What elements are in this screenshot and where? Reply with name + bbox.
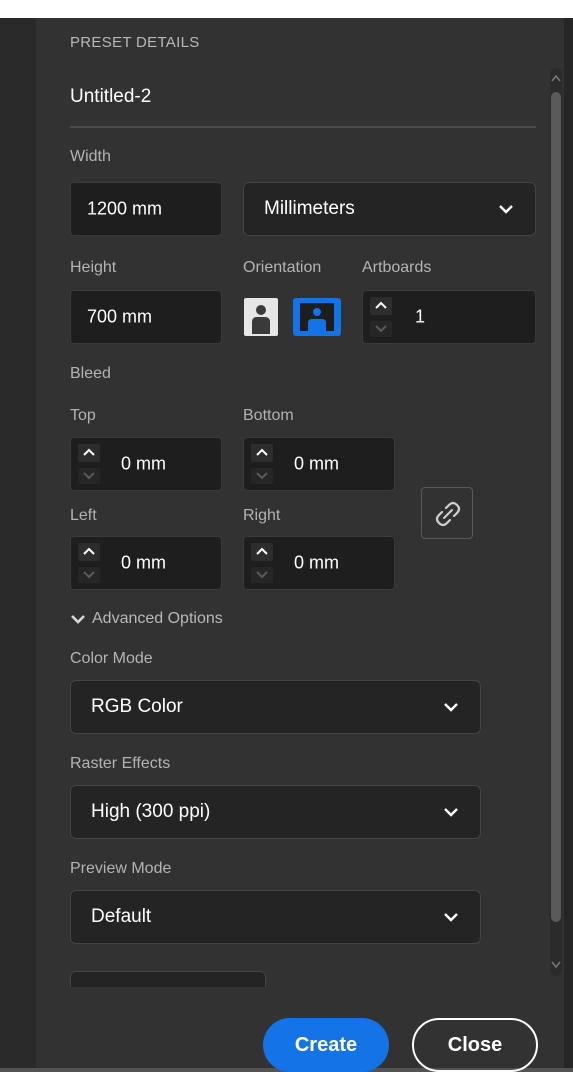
landscape-icon xyxy=(300,303,334,331)
chevron-up-icon xyxy=(83,547,95,555)
portrait-icon xyxy=(252,305,270,334)
artboards-value: 1 xyxy=(415,306,426,327)
increment-button[interactable] xyxy=(251,543,273,561)
chevron-down-icon xyxy=(71,615,85,624)
chevron-up-icon xyxy=(256,547,268,555)
chevron-down-icon xyxy=(444,808,458,817)
bleed-right-stepper[interactable]: 0 mm xyxy=(243,536,395,590)
chevron-down-icon xyxy=(444,703,458,712)
preview-mode-value: Default xyxy=(91,906,152,927)
chevron-down-icon xyxy=(375,325,387,333)
chevron-down-icon xyxy=(499,205,513,214)
decrement-button[interactable] xyxy=(251,567,273,583)
height-input[interactable]: 700 mm xyxy=(70,290,222,344)
width-label: Width xyxy=(70,148,111,165)
bleed-label: Bleed xyxy=(70,365,111,382)
decrement-button[interactable] xyxy=(370,321,392,337)
chevron-down-icon xyxy=(256,472,268,480)
bleed-right-value: 0 mm xyxy=(294,552,339,573)
color-mode-value: RGB Color xyxy=(91,696,183,717)
units-value: Millimeters xyxy=(264,198,355,219)
chevron-up-icon xyxy=(256,448,268,456)
increment-button[interactable] xyxy=(251,444,273,462)
bleed-bottom-label: Bottom xyxy=(243,407,294,424)
color-mode-select[interactable]: RGB Color xyxy=(70,680,481,734)
height-label: Height xyxy=(70,259,117,276)
chevron-up-icon xyxy=(83,448,95,456)
bleed-top-value: 0 mm xyxy=(121,453,166,474)
partially-visible-button[interactable] xyxy=(70,971,266,987)
bleed-left-value: 0 mm xyxy=(121,552,166,573)
advanced-options-toggle[interactable]: Advanced Options xyxy=(70,610,223,628)
advanced-options-label: Advanced Options xyxy=(92,610,223,627)
bleed-right-label: Right xyxy=(243,507,281,524)
chevron-down-icon xyxy=(256,571,268,579)
chevron-up-icon xyxy=(375,301,387,309)
color-mode-label: Color Mode xyxy=(70,650,153,667)
bleed-top-label: Top xyxy=(70,407,96,424)
width-input[interactable]: 1200 mm xyxy=(70,182,222,236)
raster-effects-value: High (300 ppi) xyxy=(91,801,211,822)
decrement-button[interactable] xyxy=(78,567,100,583)
link-icon xyxy=(435,501,461,527)
create-button[interactable]: Create xyxy=(263,1018,389,1072)
decrement-button[interactable] xyxy=(251,468,273,484)
artboards-label: Artboards xyxy=(362,259,432,276)
top-band xyxy=(0,0,573,18)
section-title: PRESET DETAILS xyxy=(70,34,200,51)
bleed-bottom-value: 0 mm xyxy=(294,453,339,474)
increment-button[interactable] xyxy=(370,297,392,315)
decrement-button[interactable] xyxy=(78,468,100,484)
raster-effects-select[interactable]: High (300 ppi) xyxy=(70,785,481,839)
close-button[interactable]: Close xyxy=(412,1018,538,1072)
chevron-down-icon xyxy=(83,571,95,579)
bleed-left-stepper[interactable]: 0 mm xyxy=(70,536,222,590)
bleed-left-label: Left xyxy=(70,507,97,524)
orientation-label: Orientation xyxy=(243,259,322,276)
preview-mode-select[interactable]: Default xyxy=(70,890,481,944)
bleed-bottom-stepper[interactable]: 0 mm xyxy=(243,437,395,491)
chevron-down-icon xyxy=(444,913,458,922)
document-name-input[interactable]: Untitled-2 xyxy=(70,86,151,108)
left-strip xyxy=(0,0,36,1068)
link-bleed-button[interactable] xyxy=(421,487,473,539)
right-edge xyxy=(564,0,573,1068)
height-value: 700 mm xyxy=(87,306,153,327)
scroll-down-icon[interactable] xyxy=(550,956,562,974)
name-underline xyxy=(70,126,536,128)
scroll-up-icon[interactable] xyxy=(550,70,562,88)
increment-button[interactable] xyxy=(78,444,100,462)
bleed-top-stepper[interactable]: 0 mm xyxy=(70,437,222,491)
raster-effects-label: Raster Effects xyxy=(70,755,171,772)
scrollbar-thumb[interactable] xyxy=(551,92,561,922)
units-select[interactable]: Millimeters xyxy=(243,182,536,236)
portrait-orientation-button[interactable] xyxy=(244,298,278,336)
chevron-down-icon xyxy=(83,472,95,480)
artboards-stepper[interactable]: 1 xyxy=(362,290,536,344)
width-value: 1200 mm xyxy=(87,198,163,219)
landscape-orientation-button[interactable] xyxy=(293,298,341,336)
increment-button[interactable] xyxy=(78,543,100,561)
preview-mode-label: Preview Mode xyxy=(70,860,172,877)
